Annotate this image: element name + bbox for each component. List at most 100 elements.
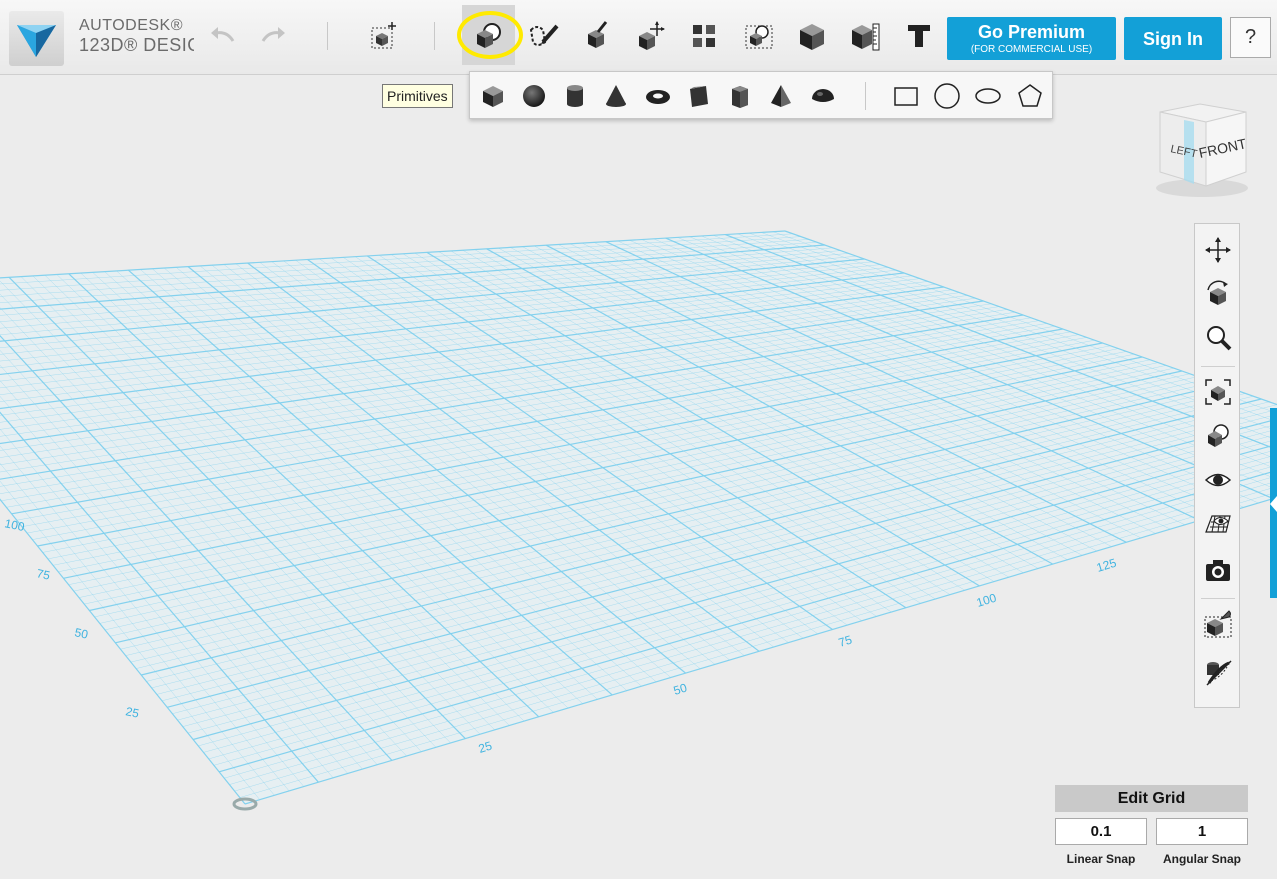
top-toolbar: AUTODESK® 123D® DESIGN [0, 0, 1277, 75]
zoom-icon [1207, 326, 1232, 351]
primitives-tooltip: Primitives [382, 84, 453, 108]
grid-x-label: 50 [672, 680, 689, 697]
visibility-icon [1204, 473, 1232, 487]
toolbar-separator [434, 22, 435, 50]
pattern-icon [693, 25, 715, 47]
text-button[interactable] [899, 14, 939, 58]
measure-icon [852, 23, 880, 51]
primitive-polygon[interactable] [1015, 82, 1045, 110]
sketch-button[interactable] [524, 14, 564, 58]
pyramid-icon [771, 85, 791, 107]
view-mode-icon [1208, 424, 1229, 447]
grid-x-label: 25 [477, 738, 494, 755]
prism-icon [732, 86, 748, 108]
grid-x-label: 75 [837, 632, 854, 649]
navbar-separator [1201, 366, 1235, 367]
grid-material-icon [1205, 515, 1231, 533]
text-icon [908, 25, 930, 47]
box-icon [483, 86, 503, 107]
primitive-hemisphere[interactable] [808, 82, 838, 110]
grid-y-label: 25 [124, 704, 140, 721]
modify-icon [639, 21, 665, 50]
go-premium-label: Go Premium [977, 21, 1086, 42]
redo-icon [261, 27, 285, 42]
go-premium-button[interactable]: Go Premium (FOR COMMERCIAL USE) [947, 17, 1116, 60]
primitive-box[interactable] [478, 82, 508, 110]
ellipse-icon [975, 88, 1001, 104]
sign-in-button[interactable]: Sign In [1124, 17, 1222, 60]
grid-material-button[interactable] [1202, 508, 1234, 540]
grid-y-label: 75 [35, 566, 51, 583]
rectangle-icon [894, 87, 918, 106]
snap-button[interactable] [1202, 608, 1234, 640]
view-mode-button[interactable] [1202, 420, 1234, 452]
grid-x-label: 100 [975, 591, 999, 610]
material-icon [1206, 660, 1232, 686]
primitive-sphere[interactable] [519, 82, 549, 110]
menu-separator [865, 82, 866, 110]
snap-icon [1204, 610, 1232, 638]
circle-icon [934, 83, 960, 109]
undo-icon [211, 27, 235, 42]
navigation-bar [1194, 223, 1240, 708]
primitive-wedge[interactable] [684, 82, 714, 110]
linear-snap-label: Linear Snap [1066, 852, 1136, 866]
cylinder-icon [567, 85, 583, 107]
toolbar-separator [327, 22, 328, 50]
help-button[interactable]: ? [1230, 17, 1271, 58]
grid-y-label: 50 [73, 625, 89, 642]
primitive-ellipse[interactable] [973, 82, 1003, 110]
screenshot-button[interactable] [1202, 554, 1234, 586]
fit-icon [1205, 379, 1231, 405]
primitive-cone[interactable] [601, 82, 631, 110]
pan-icon [1205, 237, 1231, 263]
fit-button[interactable] [1202, 376, 1234, 408]
transform-icon [371, 22, 396, 49]
edit-grid-button[interactable]: Edit Grid [1055, 785, 1248, 812]
app-logo [9, 11, 64, 66]
angular-snap-field[interactable]: 1 [1156, 818, 1248, 845]
primitive-prism[interactable] [725, 82, 755, 110]
primitive-cylinder[interactable] [560, 82, 590, 110]
navbar-separator [1201, 598, 1235, 599]
grid-lines [0, 230, 1277, 805]
redo-button[interactable] [254, 14, 294, 58]
brand-name: AUTODESK® 123D® DESIGN [79, 17, 194, 55]
primitives-icon [477, 23, 501, 48]
torus-icon [646, 90, 670, 104]
polygon-icon [1018, 84, 1042, 107]
grid-x-label: 125 [1095, 556, 1119, 575]
measure-button[interactable] [846, 14, 886, 58]
go-premium-sublabel: (FOR COMMERCIAL USE) [970, 43, 1093, 55]
primitives-button[interactable] [468, 14, 508, 58]
construct-button[interactable] [578, 14, 618, 58]
side-panel-arrow-icon [1270, 496, 1277, 512]
modify-button[interactable] [632, 14, 672, 58]
pattern-button[interactable] [684, 14, 724, 58]
linear-snap-field[interactable]: 0.1 [1055, 818, 1147, 845]
undo-button[interactable] [202, 14, 242, 58]
primitive-rectangle[interactable] [891, 82, 921, 110]
brand-line1: AUTODESK® [79, 17, 184, 34]
cone-icon [606, 85, 626, 107]
zoom-button[interactable] [1202, 322, 1234, 354]
combine-button[interactable] [792, 14, 832, 58]
hemisphere-icon [812, 89, 834, 102]
primitive-pyramid[interactable] [766, 82, 796, 110]
group-button[interactable] [739, 14, 779, 58]
brand-line2: 123D® DESIGN [79, 35, 194, 55]
pan-button[interactable] [1202, 234, 1234, 266]
view-cube[interactable]: LEFT FRONT [1148, 100, 1256, 200]
screenshot-icon [1206, 560, 1230, 581]
transform-button[interactable] [362, 14, 402, 58]
construct-icon [588, 21, 608, 48]
primitive-torus[interactable] [643, 82, 673, 110]
sign-in-label: Sign In [1143, 28, 1203, 49]
orbit-icon [1207, 280, 1228, 305]
primitive-circle[interactable] [932, 82, 962, 110]
grid-viewport[interactable]: 25 50 75 100 125 25 50 75 100 [0, 75, 1277, 879]
visibility-button[interactable] [1202, 464, 1234, 496]
orbit-button[interactable] [1202, 278, 1234, 310]
primitives-menu [469, 71, 1053, 119]
material-button[interactable] [1202, 656, 1234, 688]
